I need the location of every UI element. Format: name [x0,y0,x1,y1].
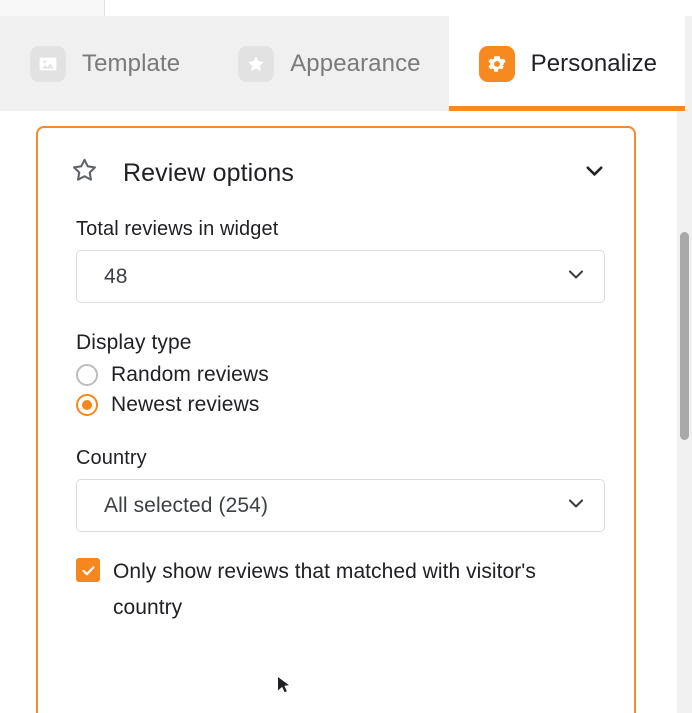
image-icon [30,45,66,82]
review-options-header[interactable]: Review options [38,128,634,200]
star-outline-icon [68,154,101,192]
star-icon [238,45,275,82]
vertical-scrollbar-thumb[interactable] [680,232,689,440]
tab-personalize-label: Personalize [530,49,658,77]
review-options-body: Total reviews in widget 48 Display type … [38,218,634,626]
display-type-label: Display type [76,331,192,354]
tab-template[interactable]: Template [0,16,208,111]
match-visitor-country-checkbox-row[interactable]: Only show reviews that matched with visi… [76,554,598,626]
total-reviews-value: 48 [104,264,128,288]
tab-template-label: Template [82,49,181,77]
vertical-scrollbar-track[interactable] [677,111,692,713]
review-options-card: Review options Total reviews in widget 4… [36,126,636,713]
gear-icon [478,45,515,82]
tab-appearance[interactable]: Appearance [208,16,448,111]
page-title: Review options [123,158,294,187]
tab-personalize[interactable]: Personalize [448,16,686,111]
radio-unselected-icon [76,364,98,386]
chevron-down-icon [564,262,588,291]
match-visitor-country-label: Only show reviews that matched with visi… [113,560,536,620]
country-select[interactable]: All selected (254) [76,479,605,532]
radio-random-reviews[interactable]: Random reviews [76,363,598,387]
radio-random-reviews-label: Random reviews [111,363,269,386]
radio-selected-icon [76,394,98,416]
country-value: All selected (254) [104,493,269,517]
radio-newest-reviews-label: Newest reviews [111,393,260,416]
country-label: Country [76,447,147,469]
tab-appearance-label: Appearance [290,49,421,77]
settings-content: Review options Total reviews in widget 4… [0,111,692,713]
total-reviews-label: Total reviews in widget [76,218,279,240]
radio-newest-reviews[interactable]: Newest reviews [76,393,598,417]
total-reviews-select[interactable]: 48 [76,250,605,303]
chevron-down-icon[interactable] [581,157,608,189]
checkmark-icon [76,558,100,582]
top-strip-left-panel [0,0,105,16]
top-strip [0,0,692,16]
tab-bar: Template Appearance Personalize [0,16,692,111]
chevron-down-icon [564,491,588,520]
